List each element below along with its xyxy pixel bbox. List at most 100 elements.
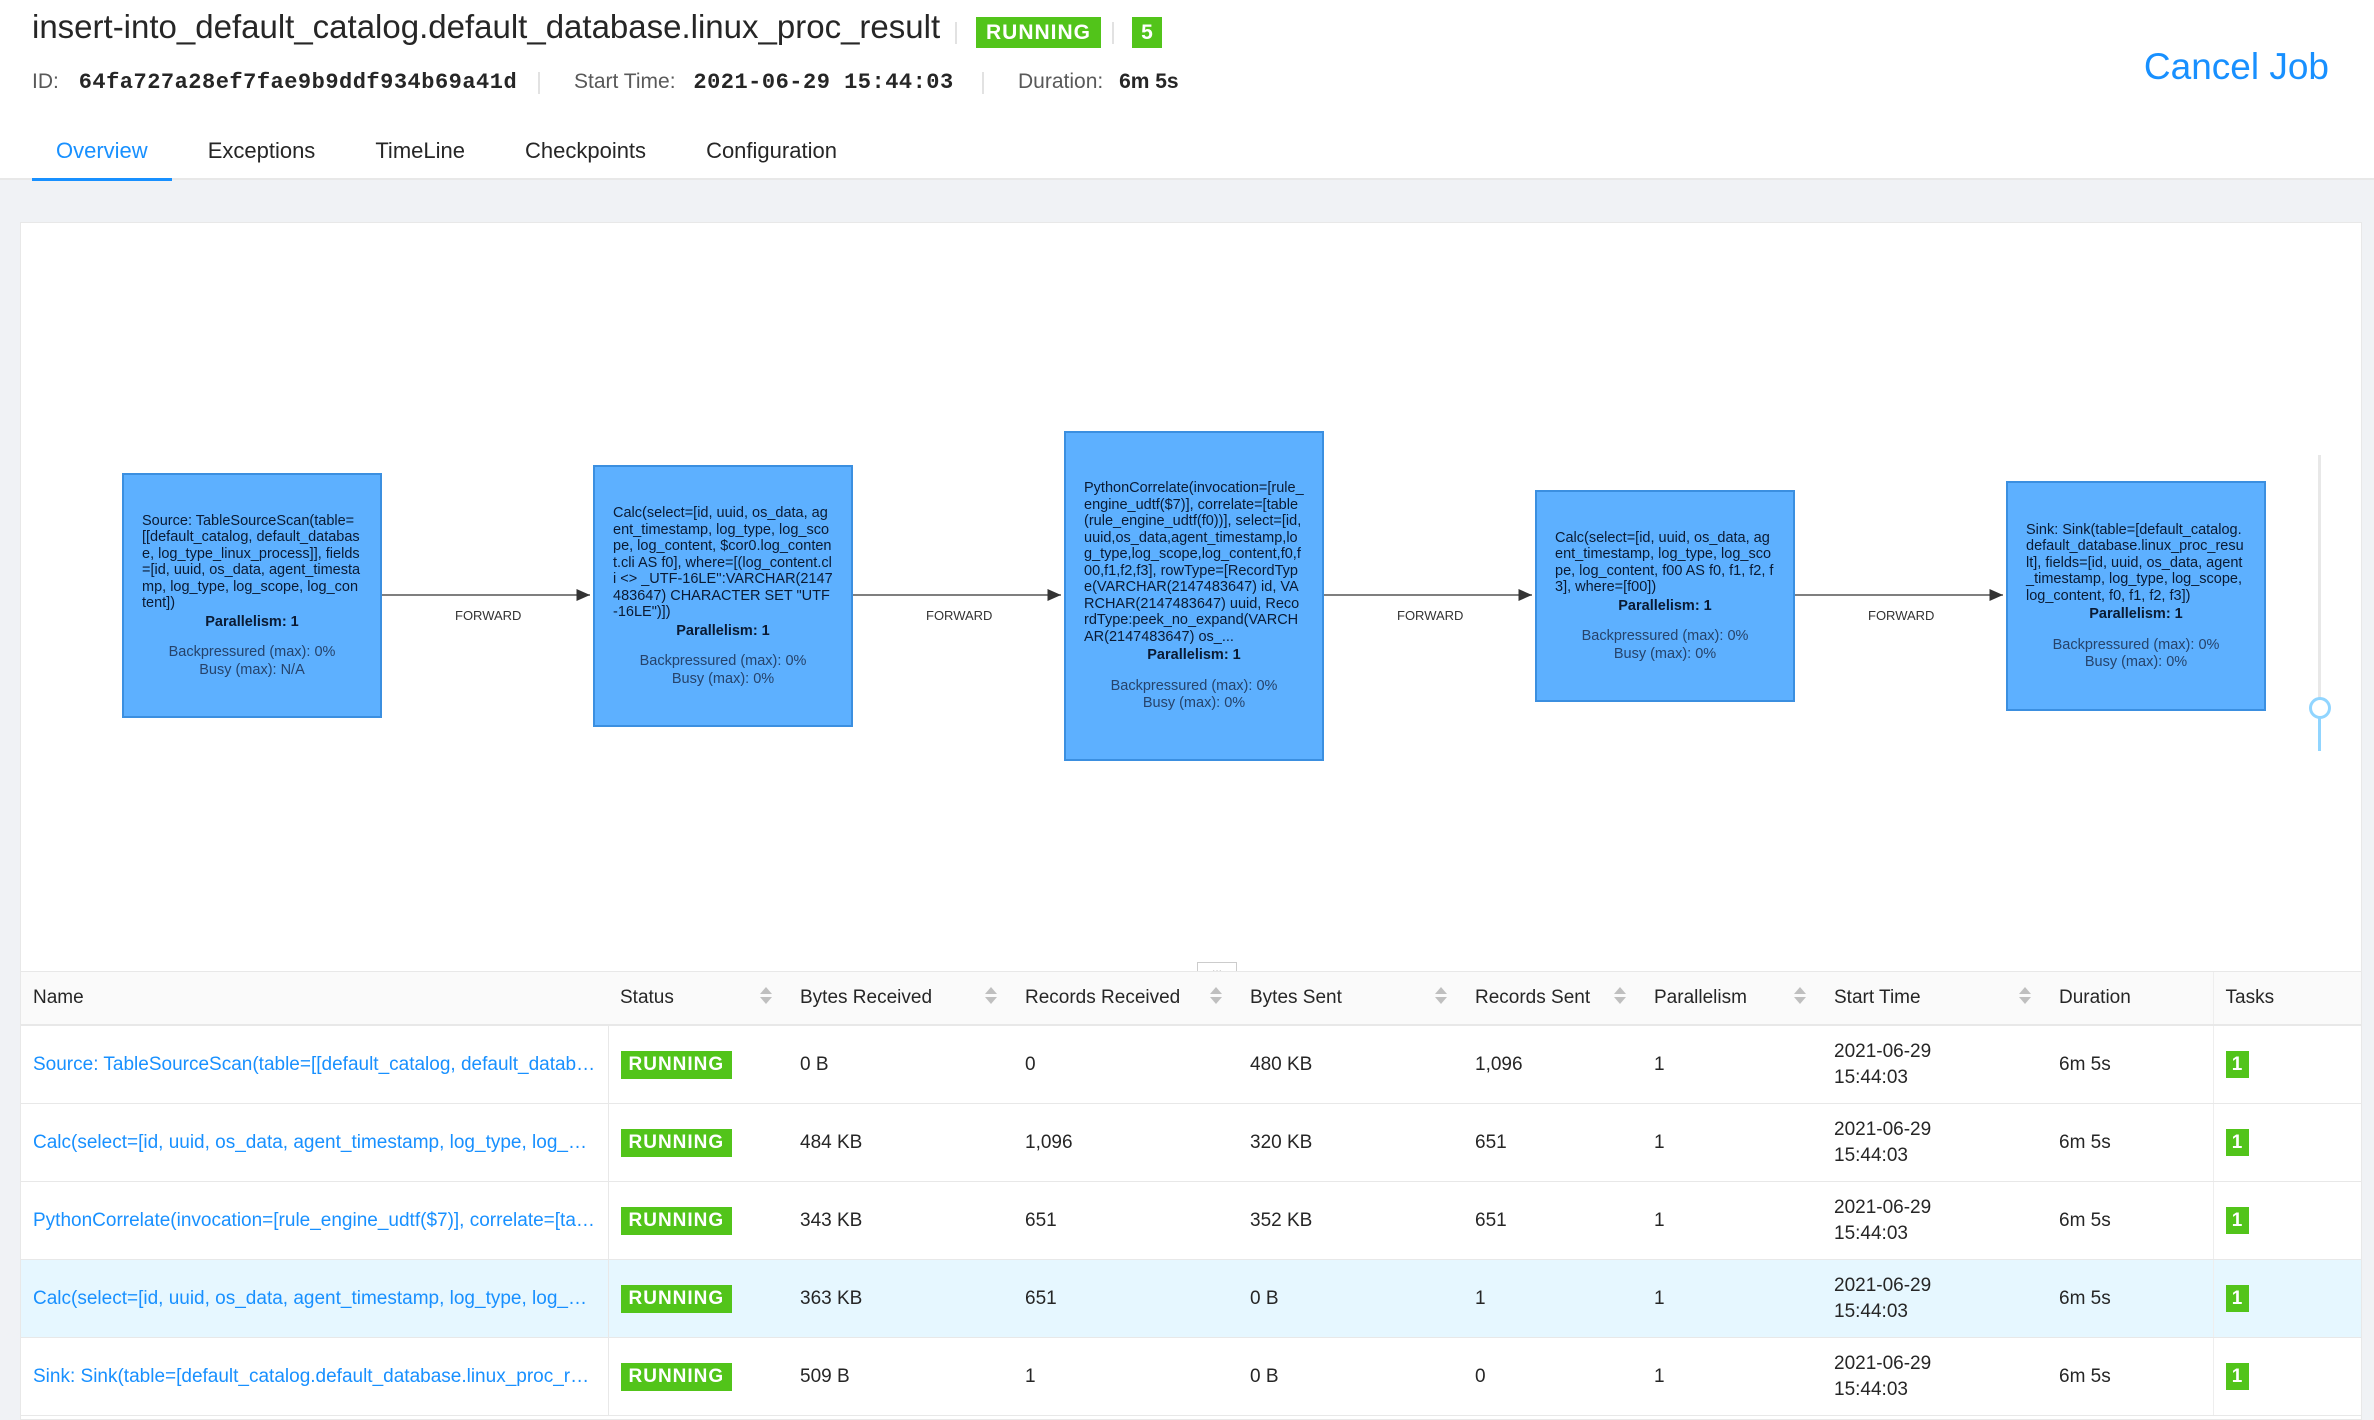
task-badge[interactable]: 1	[2225, 1285, 2249, 1312]
col-status[interactable]: Status	[608, 971, 788, 1026]
task-badge[interactable]: 1	[2225, 1207, 2249, 1234]
node-backpressured: Backpressured (max): 0%	[1110, 677, 1278, 694]
vertex-name-link[interactable]: Sink: Sink(table=[default_catalog.defaul…	[21, 1337, 609, 1416]
graph-node-source[interactable]: Source: TableSourceScan(table=[[default_…	[122, 473, 382, 718]
tab-checkpoints[interactable]: Checkpoints	[501, 128, 670, 178]
graph-node-calc-1[interactable]: Calc(select=[id, uuid, os_data, agent_ti…	[593, 465, 853, 727]
status-badge: RUNNING	[620, 1206, 733, 1235]
col-bytes-received[interactable]: Bytes Received	[788, 971, 1013, 1026]
parallelism: 1	[1642, 1103, 1822, 1182]
meta-divider	[982, 72, 984, 94]
col-start-time[interactable]: Start Time	[1822, 971, 2047, 1026]
sort-icon[interactable]	[985, 987, 997, 1004]
sort-icon[interactable]	[1210, 987, 1222, 1004]
task-badge[interactable]: 1	[2225, 1051, 2249, 1078]
bytes-sent: 0 B	[1238, 1259, 1463, 1338]
duration-label: Duration:	[1018, 70, 1104, 93]
node-busy: Busy (max): 0%	[1142, 695, 1246, 712]
node-description: Source: TableSourceScan(table=[[default_…	[142, 512, 361, 612]
vertex-name-link[interactable]: Calc(select=[id, uuid, os_data, agent_ti…	[21, 1259, 609, 1338]
job-status-badge: RUNNING	[976, 17, 1101, 48]
vertex-name-link[interactable]: PythonCorrelate(invocation=[rule_engine_…	[21, 1181, 609, 1260]
tab-timeline[interactable]: TimeLine	[351, 128, 489, 178]
vertex-name-link[interactable]: Calc(select=[id, uuid, os_data, agent_ti…	[21, 1103, 609, 1182]
bytes-sent: 352 KB	[1238, 1181, 1463, 1260]
vertex-name-link[interactable]: Source: TableSourceScan(table=[[default_…	[21, 1025, 609, 1104]
col-records-received[interactable]: Records Received	[1013, 971, 1238, 1026]
records-received: 0	[1013, 1025, 1238, 1104]
task-badge[interactable]: 1	[2225, 1363, 2249, 1390]
bytes-received: 0 B	[788, 1025, 1013, 1104]
duration-value: 6m 5s	[1119, 70, 1179, 93]
tab-exceptions[interactable]: Exceptions	[184, 128, 340, 178]
status-badge: RUNNING	[620, 1284, 733, 1313]
node-description: Calc(select=[id, uuid, os_data, agent_ti…	[1555, 529, 1774, 596]
overview-panel: FORWARD FORWARD FORWARD FORWARD Source: …	[20, 222, 2362, 1420]
node-description: Sink: Sink(table=[default_catalog.defaul…	[2026, 521, 2244, 604]
title-divider	[955, 22, 957, 44]
graph-node-calc-2[interactable]: Calc(select=[id, uuid, os_data, agent_ti…	[1535, 490, 1795, 702]
sort-icon[interactable]	[1794, 987, 1806, 1004]
table-row[interactable]: PythonCorrelate(invocation=[rule_engine_…	[21, 1181, 2361, 1260]
tab-overview[interactable]: Overview	[32, 128, 172, 181]
node-backpressured: Backpressured (max): 0%	[1581, 628, 1749, 645]
col-parallelism[interactable]: Parallelism	[1642, 971, 1822, 1026]
status-badge: RUNNING	[620, 1128, 733, 1157]
records-received: 651	[1013, 1259, 1238, 1338]
parallelism: 1	[1642, 1025, 1822, 1104]
edge-label-1: FORWARD	[455, 608, 522, 623]
table-row[interactable]: Calc(select=[id, uuid, os_data, agent_ti…	[21, 1259, 2361, 1338]
duration-meta: Duration: 6m 5s	[1018, 70, 1179, 94]
sort-icon[interactable]	[1435, 987, 1447, 1004]
task-badge[interactable]: 1	[2225, 1129, 2249, 1156]
status-badge: RUNNING	[620, 1362, 733, 1391]
node-backpressured: Backpressured (max): 0%	[2052, 636, 2220, 653]
col-name: Name	[21, 971, 608, 1026]
sort-icon[interactable]	[2019, 987, 2031, 1004]
job-id-meta: ID: 64fa727a28ef7fae9b9ddf934b69a41d	[32, 70, 517, 95]
bytes-sent: 0 B	[1238, 1337, 1463, 1416]
sort-icon[interactable]	[760, 987, 772, 1004]
start-time: 2021-06-29 15:44:03	[1822, 1181, 2047, 1260]
duration: 6m 5s	[2047, 1181, 2213, 1260]
col-records-sent[interactable]: Records Sent	[1463, 971, 1642, 1026]
table-row[interactable]: Sink: Sink(table=[default_catalog.defaul…	[21, 1337, 2361, 1416]
records-received: 651	[1013, 1181, 1238, 1260]
records-received: 1,096	[1013, 1103, 1238, 1182]
col-bytes-sent[interactable]: Bytes Sent	[1238, 971, 1463, 1026]
records-sent: 651	[1463, 1103, 1642, 1182]
job-tabs: Overview Exceptions TimeLine Checkpoints…	[32, 128, 873, 181]
table-header-row: Name Status Bytes Received Records Recei…	[21, 971, 2361, 1026]
sort-icon[interactable]	[1614, 987, 1626, 1004]
records-sent: 1,096	[1463, 1025, 1642, 1104]
duration: 6m 5s	[2047, 1103, 2213, 1182]
duration: 6m 5s	[2047, 1259, 2213, 1338]
meta-divider	[538, 72, 540, 94]
job-id-value: 64fa727a28ef7fae9b9ddf934b69a41d	[78, 70, 518, 95]
job-graph-canvas[interactable]: FORWARD FORWARD FORWARD FORWARD Source: …	[21, 223, 2361, 971]
task-count-badge: 5	[1132, 17, 1162, 48]
table-row[interactable]: Source: TableSourceScan(table=[[default_…	[21, 1025, 2361, 1104]
records-sent: 1	[1463, 1259, 1642, 1338]
node-parallelism: Parallelism: 1	[1147, 647, 1241, 664]
graph-node-python-correlate[interactable]: PythonCorrelate(invocation=[rule_engine_…	[1064, 431, 1324, 761]
status-badge: RUNNING	[620, 1050, 733, 1079]
graph-node-sink[interactable]: Sink: Sink(table=[default_catalog.defaul…	[2006, 481, 2266, 711]
parallelism: 1	[1642, 1181, 1822, 1260]
zoom-slider-handle[interactable]	[2309, 697, 2331, 719]
node-parallelism: Parallelism: 1	[2089, 606, 2183, 622]
parallelism: 1	[1642, 1337, 1822, 1416]
cancel-job-button[interactable]: Cancel Job	[2144, 46, 2329, 88]
bytes-sent: 480 KB	[1238, 1025, 1463, 1104]
table-row[interactable]: Calc(select=[id, uuid, os_data, agent_ti…	[21, 1103, 2361, 1182]
col-duration: Duration	[2047, 971, 2213, 1026]
parallelism: 1	[1642, 1259, 1822, 1338]
node-parallelism: Parallelism: 1	[1618, 597, 1712, 614]
start-time: 2021-06-29 15:44:03	[1822, 1337, 2047, 1416]
job-header: insert-into_default_catalog.default_data…	[0, 0, 2374, 181]
tab-configuration[interactable]: Configuration	[682, 128, 861, 178]
records-sent: 651	[1463, 1181, 1642, 1260]
bytes-received: 484 KB	[788, 1103, 1013, 1182]
node-backpressured: Backpressured (max): 0%	[639, 653, 807, 669]
job-title: insert-into_default_catalog.default_data…	[32, 8, 941, 45]
